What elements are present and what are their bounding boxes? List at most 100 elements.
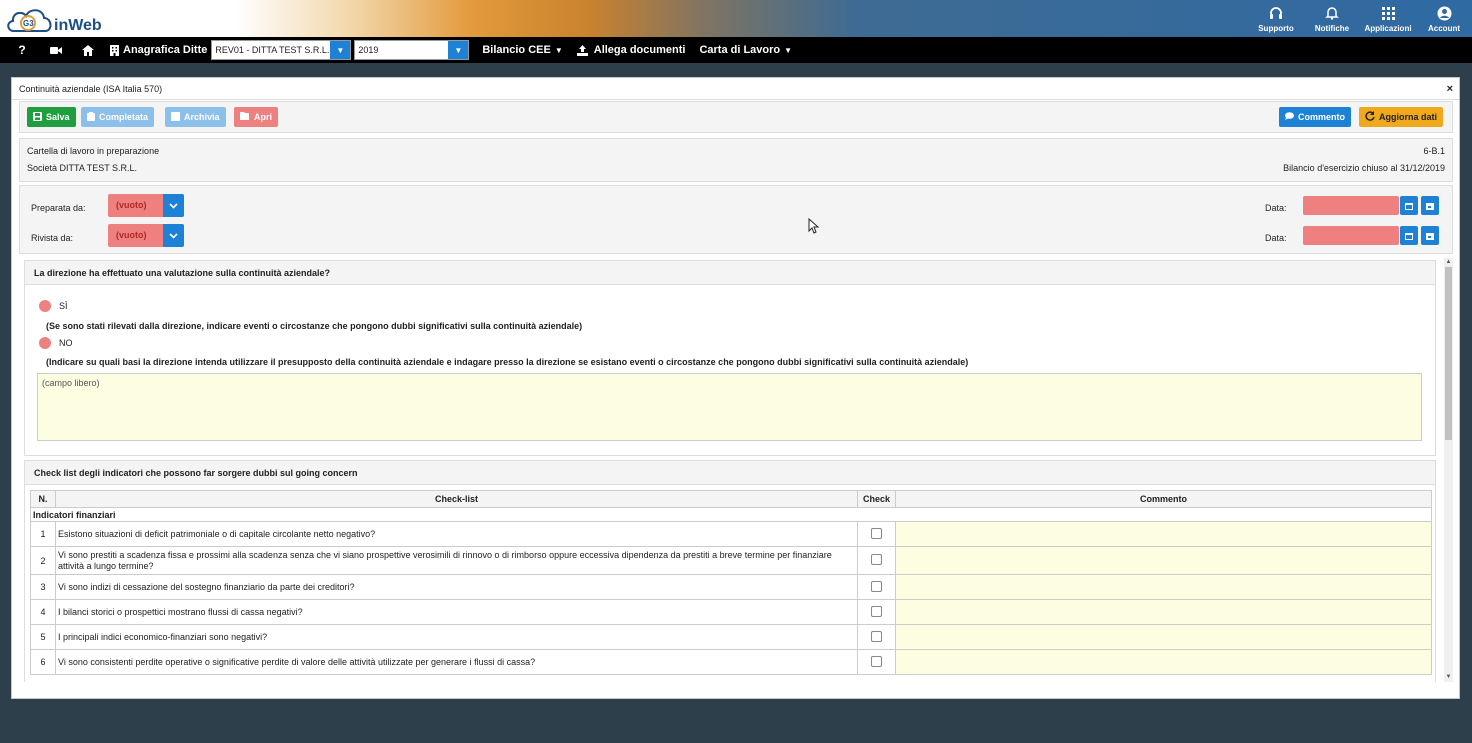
year-select[interactable]: 2019 ▼ bbox=[354, 40, 470, 60]
calendar-today-icon[interactable] bbox=[1421, 226, 1439, 245]
save-label: Salva bbox=[46, 112, 70, 122]
table-row: 1 Esistono situazioni di deficit patrimo… bbox=[30, 521, 1432, 547]
archive-button[interactable]: Archivia bbox=[165, 107, 226, 127]
row-comment-input[interactable] bbox=[895, 546, 1432, 575]
prepared-date-input[interactable] bbox=[1303, 196, 1399, 215]
app-logo[interactable]: G3 inWeb bbox=[4, 3, 102, 35]
preparation-box: Preparata da: (vuoto) Rivista da: (vuoto… bbox=[19, 185, 1453, 254]
row-number: 5 bbox=[30, 624, 56, 650]
calendar-icon[interactable] bbox=[1400, 196, 1418, 215]
calendar-today-icon[interactable] bbox=[1421, 196, 1439, 215]
svg-text:G3: G3 bbox=[23, 19, 34, 28]
video-camera-icon[interactable] bbox=[43, 37, 69, 63]
notifications-button[interactable]: Notifiche bbox=[1304, 0, 1360, 37]
comment-icon bbox=[1285, 112, 1294, 122]
prepared-date-label: Data: bbox=[1265, 203, 1287, 213]
column-checklist: Check-list bbox=[55, 490, 858, 508]
free-text-area[interactable]: (campo libero) bbox=[37, 373, 1422, 441]
row-comment-input[interactable] bbox=[895, 649, 1432, 675]
row-checkbox[interactable] bbox=[871, 580, 882, 592]
company-select[interactable]: REV01 - DITTA TEST S.R.L. ▼ bbox=[211, 40, 352, 60]
cloud-logo-icon: G3 bbox=[4, 5, 56, 35]
row-comment-input[interactable] bbox=[895, 521, 1432, 547]
account-button[interactable]: Account bbox=[1416, 0, 1472, 37]
scrollbar-thumb[interactable] bbox=[1445, 267, 1452, 440]
update-data-button[interactable]: Aggiorna dati bbox=[1359, 107, 1443, 127]
chevron-down-icon[interactable] bbox=[163, 194, 184, 217]
row-checkbox[interactable] bbox=[871, 605, 882, 617]
column-number: N. bbox=[30, 490, 56, 508]
scroll-up-icon[interactable]: ▲ bbox=[1444, 258, 1453, 267]
completed-button[interactable]: Completata bbox=[81, 107, 155, 127]
row-question: Vi sono consistenti perdite operative o … bbox=[55, 649, 858, 675]
comment-label: Commento bbox=[1298, 112, 1345, 122]
carta-di-lavoro-label: Carta di Lavoro bbox=[699, 44, 781, 56]
anagrafica-ditte-link[interactable]: Anagrafica Ditte bbox=[123, 37, 207, 63]
radio-yes[interactable] bbox=[39, 300, 51, 312]
modal-toolbar: Salva Completata Archivia Apri Commento bbox=[19, 101, 1453, 133]
workpaper-status: Cartella di lavoro in preparazione bbox=[27, 146, 160, 156]
reviewed-date-input[interactable] bbox=[1303, 226, 1399, 245]
checklist-header-row: N. Check-list Check Commento bbox=[30, 490, 1432, 508]
workpaper-info: Cartella di lavoro in preparazione Socie… bbox=[19, 138, 1453, 182]
chevron-down-icon[interactable]: ▼ bbox=[330, 41, 351, 59]
no-option[interactable]: NO bbox=[39, 337, 73, 349]
table-row: 2 Vi sono prestiti a scadenza fissa e pr… bbox=[30, 546, 1432, 575]
chevron-down-icon[interactable]: ▼ bbox=[448, 41, 469, 59]
top-actions: Supporto Notifiche Applicazioni Account bbox=[1248, 0, 1472, 37]
continuity-modal: Continuità aziendale (ISA Italia 570) × … bbox=[11, 77, 1460, 699]
content-scroll-area[interactable]: La direzione ha effettuato una valutazio… bbox=[19, 258, 1453, 682]
free-text-placeholder: (campo libero) bbox=[42, 378, 100, 388]
carta-di-lavoro-menu[interactable]: Carta di Lavoro ▼ bbox=[699, 37, 792, 63]
row-check-cell bbox=[857, 599, 896, 625]
chevron-down-icon[interactable] bbox=[163, 224, 184, 247]
row-question: Esistono situazioni di deficit patrimoni… bbox=[55, 521, 858, 547]
prepared-by-select[interactable]: (vuoto) bbox=[108, 194, 184, 217]
checklist-table: N. Check-list Check Commento Indicatori … bbox=[30, 490, 1432, 675]
row-question: Vi sono prestiti a scadenza fissa e pros… bbox=[55, 546, 858, 575]
modal-title: Continuità aziendale (ISA Italia 570) bbox=[19, 83, 163, 94]
user-circle-icon bbox=[1437, 4, 1452, 22]
row-checkbox[interactable] bbox=[871, 655, 882, 667]
assessment-panel: La direzione ha effettuato una valutazio… bbox=[24, 260, 1436, 456]
allega-documenti-label: Allega documenti bbox=[593, 44, 686, 56]
row-check-cell bbox=[857, 574, 896, 600]
support-button[interactable]: Supporto bbox=[1248, 0, 1304, 37]
mouse-pointer-icon bbox=[808, 217, 820, 237]
close-icon[interactable]: × bbox=[1447, 83, 1453, 95]
column-check: Check bbox=[857, 490, 896, 508]
year-select-value: 2019 bbox=[358, 45, 379, 55]
row-number: 4 bbox=[30, 599, 56, 625]
comment-button[interactable]: Commento bbox=[1279, 107, 1351, 127]
row-question: I bilanci storici o prospettici mostrano… bbox=[55, 599, 858, 625]
row-checkbox[interactable] bbox=[871, 630, 882, 642]
scroll-down-icon[interactable]: ▼ bbox=[1444, 673, 1453, 682]
vertical-scrollbar[interactable]: ▲ ▼ bbox=[1444, 258, 1453, 682]
group-row: Indicatori finanziari bbox=[30, 507, 1432, 522]
open-label: Apri bbox=[254, 112, 272, 122]
row-comment-input[interactable] bbox=[895, 574, 1432, 600]
home-icon[interactable] bbox=[75, 37, 101, 63]
row-comment-input[interactable] bbox=[895, 599, 1432, 625]
brand-bar: G3 inWeb Supporto Notifiche Applicazioni bbox=[0, 0, 1472, 37]
update-data-label: Aggiorna dati bbox=[1379, 112, 1437, 122]
row-comment-input[interactable] bbox=[895, 624, 1432, 650]
save-button[interactable]: Salva bbox=[27, 107, 76, 127]
help-icon[interactable]: ? bbox=[9, 37, 35, 63]
row-check-cell bbox=[857, 521, 896, 547]
row-number: 3 bbox=[30, 574, 56, 600]
bilancio-cee-menu[interactable]: Bilancio CEE ▼ bbox=[482, 37, 562, 63]
row-checkbox[interactable] bbox=[871, 554, 882, 565]
row-number: 2 bbox=[30, 546, 56, 575]
notifications-label: Notifiche bbox=[1314, 24, 1350, 33]
calendar-icon[interactable] bbox=[1400, 226, 1418, 245]
reviewed-by-select[interactable]: (vuoto) bbox=[108, 224, 184, 247]
yes-option[interactable]: SÌ bbox=[39, 300, 68, 312]
row-checkbox[interactable] bbox=[871, 527, 882, 539]
allega-documenti-link[interactable]: Allega documenti bbox=[576, 37, 686, 63]
radio-no[interactable] bbox=[39, 337, 51, 349]
table-row: 5 I principali indici economico-finanzia… bbox=[30, 624, 1432, 650]
open-button[interactable]: Apri bbox=[234, 107, 278, 127]
applications-button[interactable]: Applicazioni bbox=[1360, 0, 1416, 37]
no-label: NO bbox=[59, 338, 73, 348]
